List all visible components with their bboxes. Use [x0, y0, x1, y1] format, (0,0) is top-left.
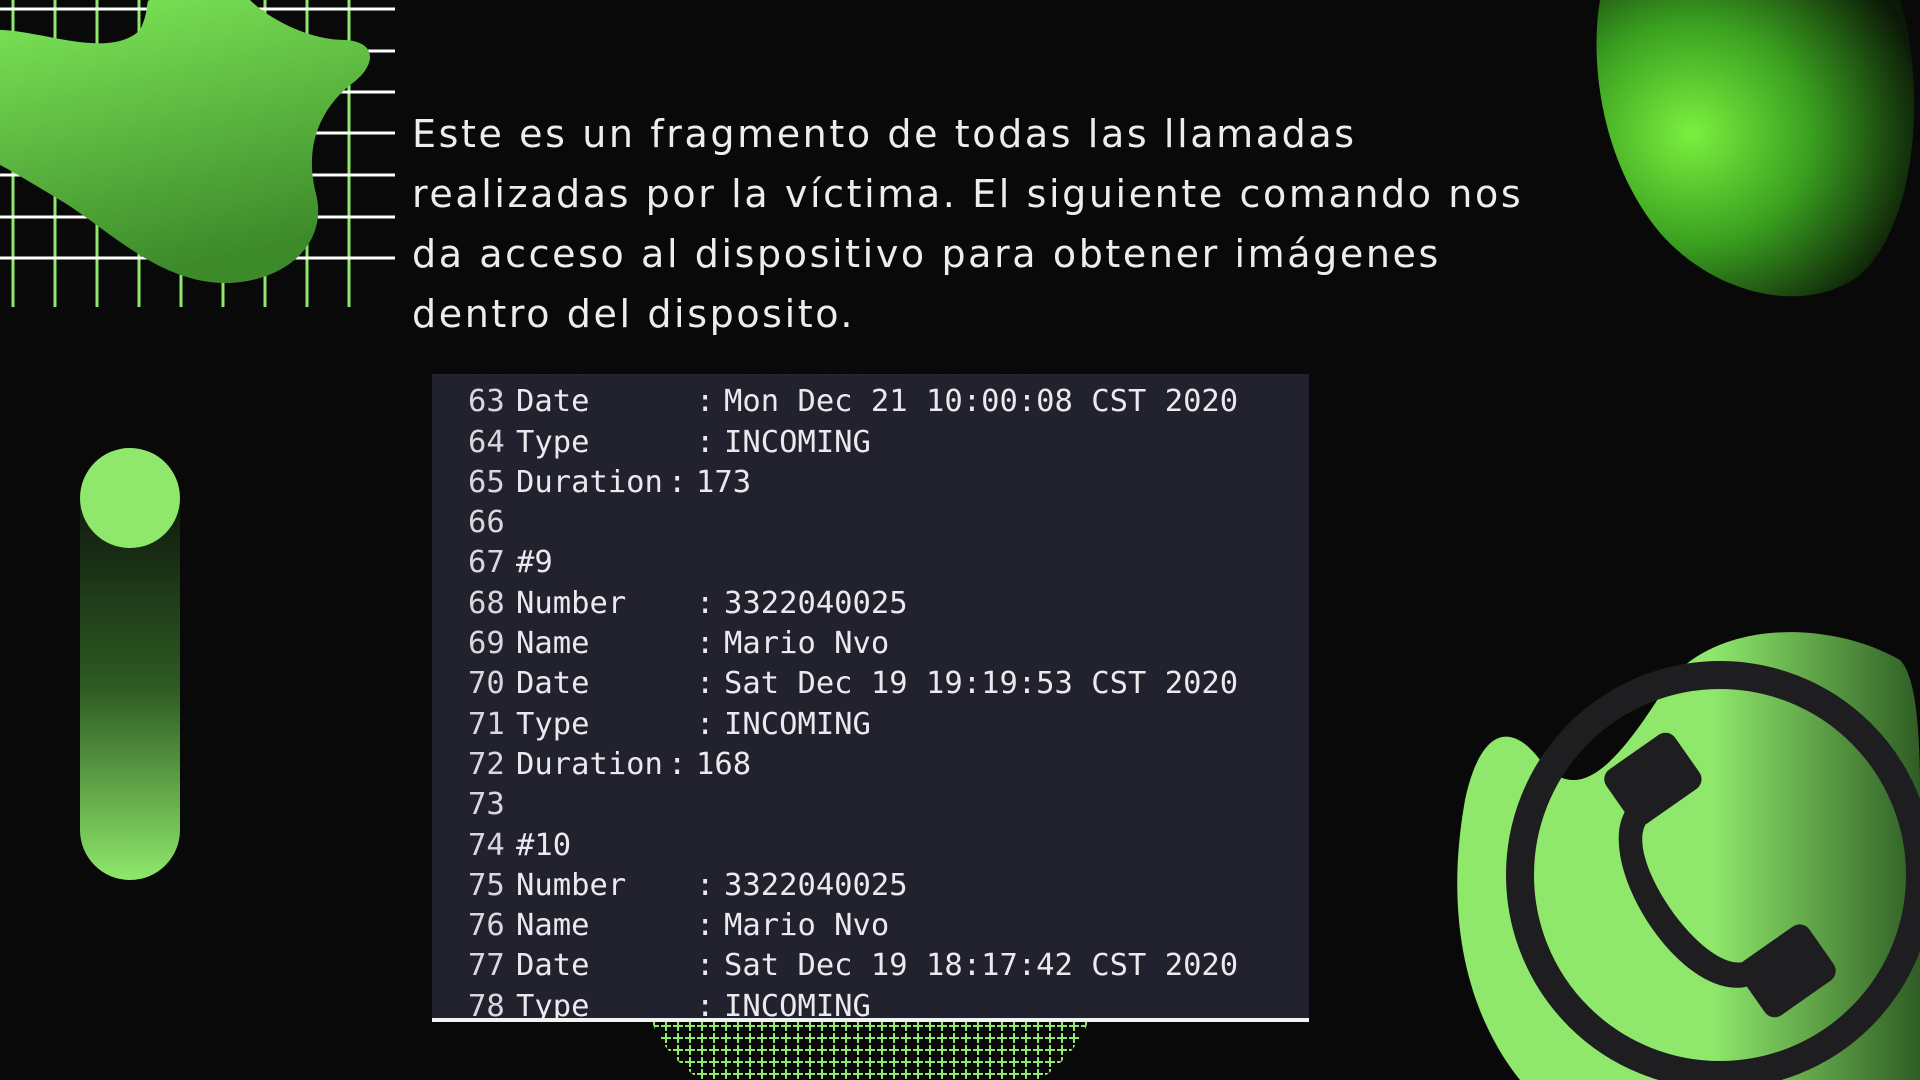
- terminal-line: 67 #9: [468, 543, 1238, 583]
- field-value: INCOMING: [724, 706, 871, 742]
- terminal-line: 73: [468, 785, 1238, 825]
- field-key: Duration: [516, 746, 663, 782]
- field-key: [516, 503, 696, 543]
- line-number: 72: [468, 746, 505, 782]
- terminal-line: 72 Duration:168: [468, 745, 1238, 785]
- field-value: INCOMING: [724, 424, 871, 460]
- field-key: Duration: [516, 464, 663, 500]
- terminal-line: 75 Number:3322040025: [468, 866, 1238, 906]
- terminal-line: 64 Type: INCOMING: [468, 423, 1238, 463]
- field-key: Type: [516, 424, 590, 460]
- field-key: Name: [516, 626, 590, 662]
- field-key: [516, 785, 696, 825]
- terminal-line: 65 Duration:173: [468, 463, 1238, 503]
- field-separator: :: [696, 948, 715, 984]
- line-number: 62: [468, 374, 516, 382]
- field-key: Date: [516, 666, 590, 702]
- field-separator: :: [696, 424, 715, 460]
- terminal-line: 74 #10: [468, 826, 1238, 866]
- field-key: Name: [516, 374, 696, 382]
- line-number: 69: [468, 626, 505, 662]
- terminal-line: 70 Date: Sat Dec 19 19:19:53 CST 2020: [468, 664, 1238, 704]
- field-value: 168: [696, 746, 752, 782]
- field-key: Type: [516, 988, 590, 1022]
- line-number: 70: [468, 666, 505, 702]
- field-value: Sat Dec 19 18:17:42 CST 2020: [724, 948, 1239, 984]
- line-number: 76: [468, 908, 505, 944]
- line-number: 73: [468, 787, 505, 823]
- field-value: Mon Dec 21 10:00:08 CST 2020: [724, 384, 1239, 420]
- field-value: Mario Nvo: [724, 908, 890, 944]
- field-value: 173: [696, 464, 752, 500]
- line-number: 66: [468, 505, 505, 541]
- field-separator: :: [696, 908, 715, 944]
- field-key: Number: [516, 867, 627, 903]
- line-number: 71: [468, 706, 505, 742]
- green-dot: [80, 448, 180, 548]
- field-key: Name: [516, 908, 590, 944]
- field-separator: :: [696, 666, 715, 702]
- field-separator: :: [696, 384, 715, 420]
- line-number: 65: [468, 464, 505, 500]
- green-orb-top-right: [1596, 0, 1915, 297]
- field-separator: :: [696, 706, 715, 742]
- field-key: Number: [516, 585, 627, 621]
- field-value: Autorizada Normal: [724, 374, 1036, 382]
- field-value: Sat Dec 19 19:19:53 CST 2020: [724, 666, 1239, 702]
- field-separator: :: [696, 988, 715, 1022]
- terminal-line: 62Name:Autorizada Normal: [468, 374, 1238, 382]
- field-key: Type: [516, 706, 590, 742]
- field-value: 3322040025: [724, 867, 908, 903]
- line-number: 78: [468, 988, 505, 1022]
- field-key: Date: [516, 948, 590, 984]
- field-value: INCOMING: [724, 988, 871, 1022]
- terminal-screenshot: 62Name:Autorizada Normal63Date:Mon Dec 2…: [432, 374, 1309, 1022]
- terminal-line: 63 Date: Mon Dec 21 10:00:08 CST 2020: [468, 382, 1238, 422]
- terminal-line: 78 Type: INCOMING: [468, 987, 1238, 1022]
- terminal-line: 76 Name: Mario Nvo: [468, 906, 1238, 946]
- field-separator: :: [668, 464, 687, 500]
- field-separator: [696, 785, 724, 825]
- field-separator: :: [696, 585, 715, 621]
- line-number: 75: [468, 867, 505, 903]
- field-key: #10: [516, 827, 572, 863]
- field-separator: [696, 503, 724, 543]
- line-number: 67: [468, 545, 505, 581]
- terminal-line: 68 Number:3322040025: [468, 584, 1238, 624]
- line-number: 74: [468, 827, 505, 863]
- field-separator: :: [696, 626, 715, 662]
- field-key: #9: [516, 545, 553, 581]
- field-value: Mario Nvo: [724, 626, 890, 662]
- terminal-line: 71 Type: INCOMING: [468, 705, 1238, 745]
- line-number: 63: [468, 384, 505, 420]
- terminal-line: 77 Date: Sat Dec 19 18:17:42 CST 2020: [468, 946, 1238, 986]
- field-separator: [571, 826, 599, 866]
- terminal-line: 66: [468, 503, 1238, 543]
- terminal-bottom-border: [432, 1018, 1309, 1022]
- field-separator: :: [696, 867, 715, 903]
- terminal-line: 69 Name: Mario Nvo: [468, 624, 1238, 664]
- field-separator: [553, 543, 581, 583]
- cross-pattern: [652, 1022, 1088, 1080]
- terminal-output: 62Name:Autorizada Normal63Date:Mon Dec 2…: [468, 374, 1238, 1022]
- line-number: 68: [468, 585, 505, 621]
- field-separator: :: [696, 374, 724, 382]
- field-value: 3322040025: [724, 585, 908, 621]
- description-text: Este es un fragmento de todas las llamad…: [412, 112, 1524, 336]
- field-separator: :: [668, 746, 687, 782]
- line-number: 77: [468, 948, 505, 984]
- field-key: Date: [516, 384, 590, 420]
- line-number: 64: [468, 424, 505, 460]
